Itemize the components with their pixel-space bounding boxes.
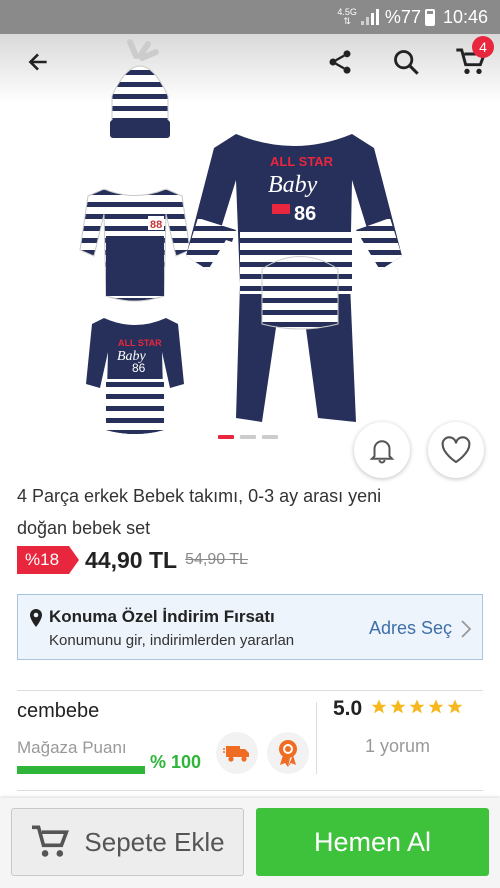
location-discount-banner[interactable]: Konuma Özel İndirim Fırsatı Konumunu gir… xyxy=(17,594,483,660)
bell-icon xyxy=(369,440,395,464)
clock: 10:46 xyxy=(442,6,488,27)
cart-icon xyxy=(32,825,70,857)
main-romper: ALL STAR Baby 86 xyxy=(186,134,402,422)
network-indicator: 4.5G ⇅ xyxy=(337,7,357,26)
rating-value: 5.0 xyxy=(333,697,363,720)
svg-text:86: 86 xyxy=(294,203,316,225)
svg-text:86: 86 xyxy=(132,361,146,375)
carousel-dot[interactable] xyxy=(218,435,234,439)
store-score-bar xyxy=(17,766,145,774)
hat-thumbnail xyxy=(110,39,170,138)
buy-now-label: Hemen Al xyxy=(313,826,432,857)
chevron-right-icon xyxy=(461,620,472,638)
buy-now-button[interactable]: Hemen Al xyxy=(256,808,489,876)
star-icon xyxy=(409,699,425,714)
divider xyxy=(17,690,483,691)
svg-text:ALL STAR: ALL STAR xyxy=(118,338,162,348)
fast-shipping-badge[interactable] xyxy=(216,732,258,774)
carousel-dot[interactable] xyxy=(240,435,256,439)
svg-text:88: 88 xyxy=(150,219,162,231)
price-row: %18 44,90 TL 54,90 TL xyxy=(17,544,248,576)
carousel-dot[interactable] xyxy=(262,435,278,439)
search-button[interactable] xyxy=(384,40,428,84)
back-button[interactable] xyxy=(16,40,60,84)
select-address-link[interactable]: Adres Seç xyxy=(369,618,452,639)
vertical-divider xyxy=(316,702,317,774)
add-to-cart-button[interactable]: Sepete Ekle xyxy=(11,808,244,876)
status-bar: 4.5G ⇅ %77 10:46 xyxy=(0,0,500,34)
cart-badge: 4 xyxy=(472,36,494,58)
favorite-button[interactable] xyxy=(428,422,484,478)
review-count-link[interactable]: 1 yorum xyxy=(365,736,430,757)
cart-button[interactable]: 4 xyxy=(448,36,494,84)
delivery-truck-icon xyxy=(223,746,249,762)
striped-bodysuit-thumbnail: 88 xyxy=(79,188,191,302)
share-button[interactable] xyxy=(318,40,362,84)
store-score-label: Mağaza Puanı xyxy=(17,738,127,757)
svg-text:Baby: Baby xyxy=(268,172,318,198)
signal-icon xyxy=(360,9,379,25)
star-icon xyxy=(428,699,444,714)
seller-award-badge[interactable] xyxy=(267,732,309,774)
star-icon xyxy=(371,699,387,714)
navy-bodysuit-thumbnail: ALL STAR Baby 86 xyxy=(86,318,184,434)
old-price: 54,90 TL xyxy=(185,551,248,568)
location-pin-icon xyxy=(30,609,42,627)
share-icon xyxy=(329,50,351,74)
heart-icon xyxy=(441,436,471,464)
product-image-gallery[interactable]: 88 ALL STAR Baby 86 ALL STAR Baby 86 xyxy=(0,34,500,464)
search-icon xyxy=(394,50,419,75)
star-icon xyxy=(447,699,463,714)
rating-stars xyxy=(370,698,464,716)
discount-badge: %18 xyxy=(17,546,80,574)
star-icon xyxy=(390,699,406,714)
product-image: 88 ALL STAR Baby 86 ALL STAR Baby 86 xyxy=(79,39,402,434)
carousel-indicator xyxy=(218,435,278,439)
current-price: 44,90 TL xyxy=(85,546,178,573)
svg-text:ALL STAR: ALL STAR xyxy=(270,154,334,169)
award-ribbon-icon xyxy=(279,740,297,767)
product-title: 4 Parça erkek Bebek takımı, 0-3 ay arası… xyxy=(17,486,382,538)
promo-subtitle: Konumunu gir, indirimlerden yararlan xyxy=(49,632,295,649)
divider xyxy=(17,790,483,791)
arrow-left-icon xyxy=(28,53,47,71)
add-to-cart-label: Sepete Ekle xyxy=(84,826,225,857)
store-score-percent: % 100 xyxy=(150,752,202,772)
price-alert-button[interactable] xyxy=(354,422,410,478)
battery-icon xyxy=(424,8,435,26)
battery-percent: %77 xyxy=(384,6,421,27)
seller-name[interactable]: cembebe xyxy=(17,700,99,723)
promo-title: Konuma Özel İndirim Fırsatı xyxy=(49,607,275,626)
